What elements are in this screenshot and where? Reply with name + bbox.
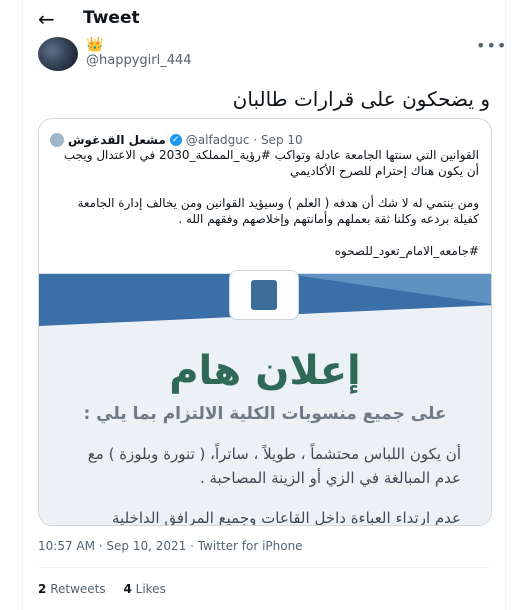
announcement-subtitle: على جميع منسوبات الكلية الالتزام بما يلي… [83,404,447,424]
page-title: Tweet [83,8,140,28]
header: ← Tweet [0,0,527,38]
crown-emoji: 👑 [86,37,104,53]
tweet-timestamp[interactable]: 10:57 AM · Sep 10, 2021 · Twitter for iP… [38,539,303,553]
right-border [505,0,506,610]
quote-paragraph-1: القوانين التي سنتها الجامعة عادلة وتواكب… [63,148,479,178]
avatar[interactable] [38,37,78,71]
engagement-stats: 2 Retweets 4 Likes [38,582,180,596]
divider [38,567,490,568]
announcement-title: إعلان هام [169,348,361,394]
quote-hashtag[interactable]: #جامعه_الامام_تعود_للصحوه [51,243,479,259]
retweets-label: Retweets [50,582,106,596]
likes-count: 4 [123,582,132,596]
likes-label: Likes [135,582,166,596]
quote-image[interactable]: إعلان هام على جميع منسوبات الكلية الالتز… [39,270,491,526]
quote-avatar[interactable] [50,133,64,147]
tweet-text: و يضحكون على قرارات طالبان [232,87,490,111]
retweets-stat[interactable]: 2 Retweets [38,582,106,596]
verified-badge-icon: ✓ [169,134,182,146]
university-logo [229,270,299,320]
likes-stat[interactable]: 4 Likes [123,582,165,596]
quote-paragraph-2: ومن ينتمي له لا شك أن هدفه ( العلم ) وسي… [77,196,479,226]
quote-handle[interactable]: @alfadguc [186,133,250,147]
author-handle[interactable]: @happygirl_444 [86,53,192,68]
more-options-icon[interactable]: ••• [476,36,507,55]
quote-text: القوانين التي سنتها الجامعة عادلة وتواكب… [51,147,479,275]
left-border [22,0,23,610]
announcement-bullet-1: أن يكون اللباس محتشماً ، طويلاً ، ساتراً… [87,445,461,487]
retweets-count: 2 [38,582,47,596]
quoted-tweet[interactable]: مشعل القدغوش ✓ @alfadguc · Sep 10 القوان… [38,118,492,526]
announcement-bullet-2: عدم ارتداء العباءة داخل القاعات وجميع ال… [112,509,461,526]
arrow-left-icon[interactable]: ← [38,8,60,30]
quote-author-name[interactable]: مشعل القدغوش [68,133,166,147]
quote-separator: · [249,133,261,147]
quote-date[interactable]: Sep 10 [261,133,303,147]
